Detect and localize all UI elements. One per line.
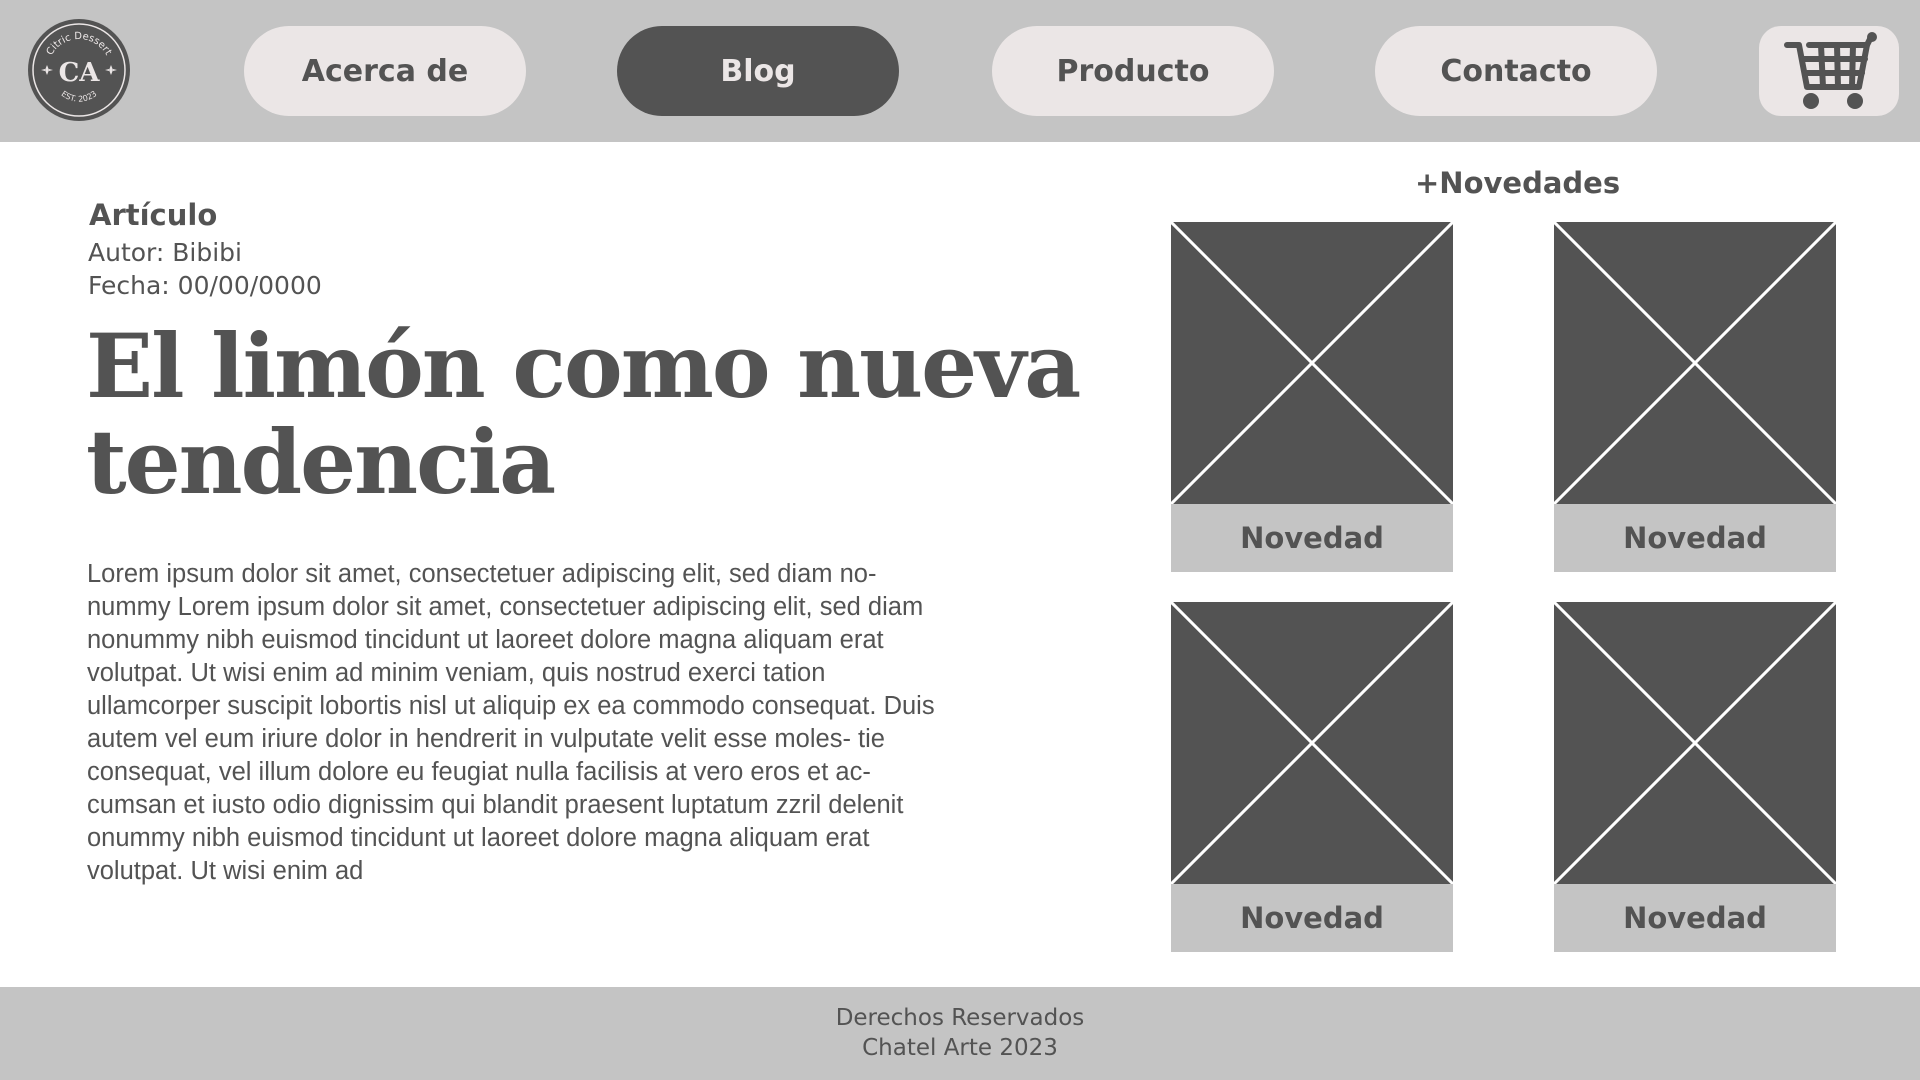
- article-headline: El limón como nueva tendencia: [86, 318, 1086, 510]
- news-card[interactable]: Novedad: [1554, 222, 1836, 572]
- brand-logo[interactable]: Citric Dessert EST. 2023 CA: [28, 19, 130, 121]
- footer-rights: Derechos Reservados: [835, 1005, 1085, 1031]
- shopping-cart-icon: [1784, 32, 1877, 109]
- article-author: Autor: Bibibi: [88, 238, 242, 267]
- site-header: Citric Dessert EST. 2023 CA Acerca de Bl…: [0, 0, 1920, 142]
- news-card-caption: Novedad: [1171, 504, 1453, 572]
- nav-label: Blog: [720, 53, 796, 89]
- image-placeholder-icon: [1554, 222, 1836, 504]
- image-placeholder-icon: [1171, 602, 1453, 884]
- site-footer: Derechos Reservados Chatel Arte 2023: [0, 987, 1920, 1080]
- headline-line-1: El limón como nueva: [86, 314, 1081, 418]
- news-card[interactable]: Novedad: [1554, 602, 1836, 952]
- nav-contacto[interactable]: Contacto: [1375, 26, 1657, 116]
- cart-button[interactable]: [1759, 26, 1899, 116]
- nav-label: Contacto: [1440, 53, 1592, 89]
- nav-producto[interactable]: Producto: [992, 26, 1274, 116]
- svg-text:Citric Dessert: Citric Dessert: [45, 31, 114, 57]
- nav-label: Producto: [1056, 53, 1210, 89]
- news-card[interactable]: Novedad: [1171, 222, 1453, 572]
- image-placeholder-icon: [1171, 222, 1453, 504]
- footer-credit: Chatel Arte 2023: [862, 1035, 1058, 1061]
- news-card-caption: Novedad: [1171, 884, 1453, 952]
- svg-text:EST. 2023: EST. 2023: [60, 89, 99, 103]
- article-section-label: Artículo: [89, 198, 218, 232]
- news-card-caption: Novedad: [1554, 504, 1836, 572]
- news-card-caption: Novedad: [1554, 884, 1836, 952]
- svg-text:CA: CA: [59, 58, 101, 88]
- article-body: Lorem ipsum dolor sit amet, consectetuer…: [87, 560, 935, 885]
- headline-line-2: tendencia: [86, 410, 556, 514]
- nav-blog[interactable]: Blog: [617, 26, 899, 116]
- nav-acerca-de[interactable]: Acerca de: [244, 26, 526, 116]
- image-placeholder-icon: [1554, 602, 1836, 884]
- nav-label: Acerca de: [301, 53, 469, 89]
- citric-dessert-logo-icon: Citric Dessert EST. 2023 CA: [32, 23, 126, 117]
- news-section-title: +Novedades: [1415, 166, 1621, 200]
- article-date: Fecha: 00/00/0000: [88, 271, 322, 300]
- news-card[interactable]: Novedad: [1171, 602, 1453, 952]
